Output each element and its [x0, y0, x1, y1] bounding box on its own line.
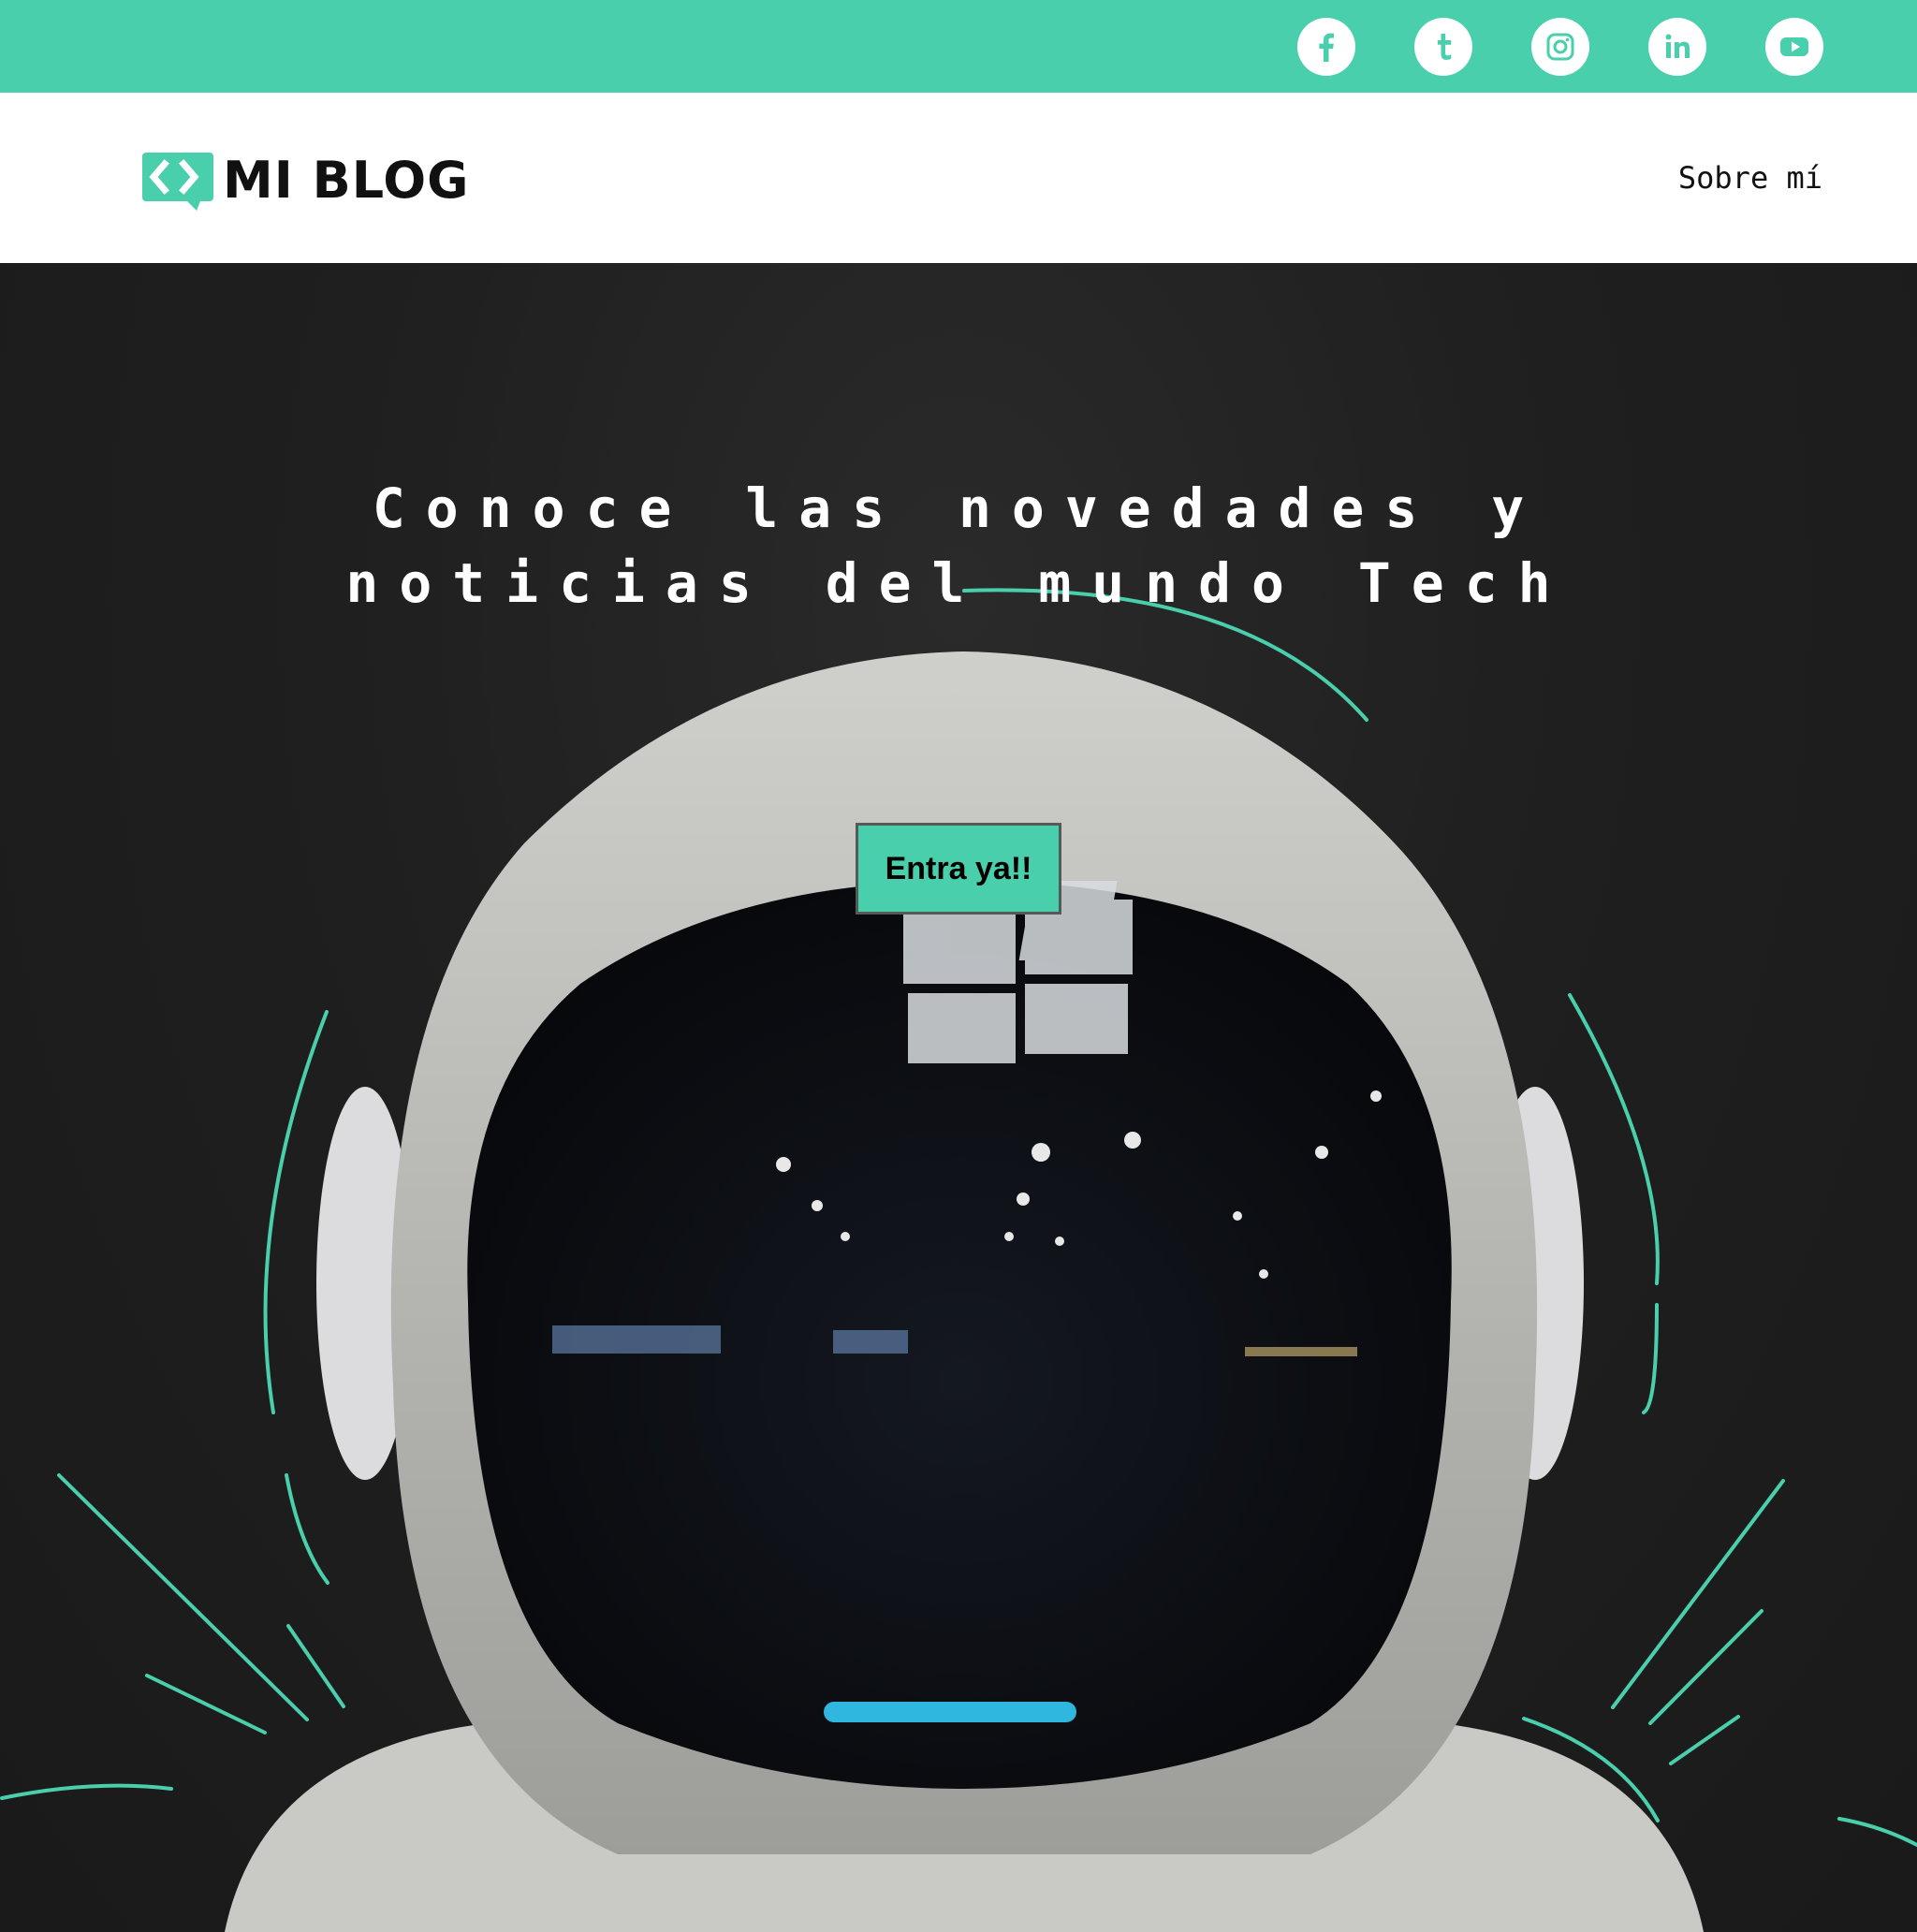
- instagram-icon[interactable]: [1531, 18, 1589, 76]
- facebook-icon[interactable]: [1297, 18, 1355, 76]
- nav-about-link[interactable]: Sobre mí: [1678, 160, 1822, 196]
- youtube-icon[interactable]: [1765, 18, 1823, 76]
- tumblr-icon[interactable]: [1414, 18, 1472, 76]
- logo-text: MI BLOG: [223, 151, 470, 210]
- social-bar: [0, 0, 1917, 93]
- hero-section: Conoce las novedades y noticias del mund…: [0, 263, 1917, 1932]
- logo-mark-icon: [142, 153, 213, 211]
- logo[interactable]: MI BLOG: [140, 151, 470, 211]
- enter-button[interactable]: Entra ya!!: [856, 823, 1061, 915]
- hero-title: Conoce las novedades y noticias del mund…: [345, 476, 1572, 615]
- site-header: MI BLOG Sobre mí: [0, 93, 1917, 263]
- linkedin-icon[interactable]: [1648, 18, 1706, 76]
